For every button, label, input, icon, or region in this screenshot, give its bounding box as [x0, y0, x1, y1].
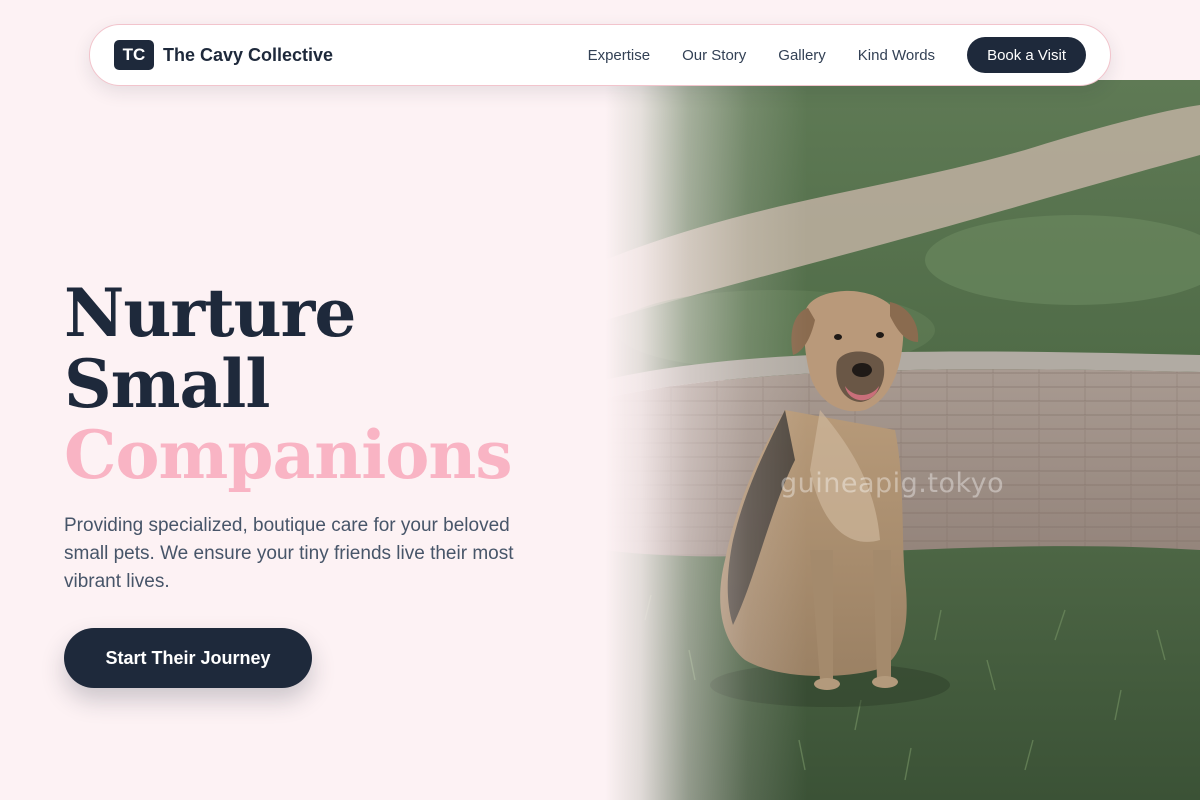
- headline-line-2: Small: [64, 345, 270, 423]
- hero-headline: Nurture Small Companions: [64, 274, 513, 494]
- nav-links: Expertise Our Story Gallery Kind Words B…: [588, 37, 1086, 73]
- nav-link-kind-words[interactable]: Kind Words: [858, 47, 935, 64]
- nav-link-expertise[interactable]: Expertise: [588, 47, 651, 64]
- logo-badge: TC: [114, 40, 154, 70]
- hero-lead-text: Providing specialized, boutique care for…: [64, 515, 514, 592]
- image-watermark: guineapig.tokyo: [780, 468, 1005, 499]
- nav-link-our-story[interactable]: Our Story: [682, 47, 746, 64]
- headline-line-1: Nurture: [64, 274, 356, 352]
- brand-logo[interactable]: TC The Cavy Collective: [114, 40, 333, 70]
- top-navbar: TC The Cavy Collective Expertise Our Sto…: [89, 24, 1111, 86]
- dog-on-grass-photo: [605, 80, 1200, 800]
- nav-link-gallery[interactable]: Gallery: [778, 47, 826, 64]
- book-visit-button[interactable]: Book a Visit: [967, 37, 1086, 73]
- start-journey-button[interactable]: Start Their Journey: [64, 628, 312, 688]
- hero-photo: guineapig.tokyo: [605, 80, 1200, 800]
- brand-name: The Cavy Collective: [163, 44, 334, 65]
- headline-line-3-accent: Companions: [64, 416, 513, 494]
